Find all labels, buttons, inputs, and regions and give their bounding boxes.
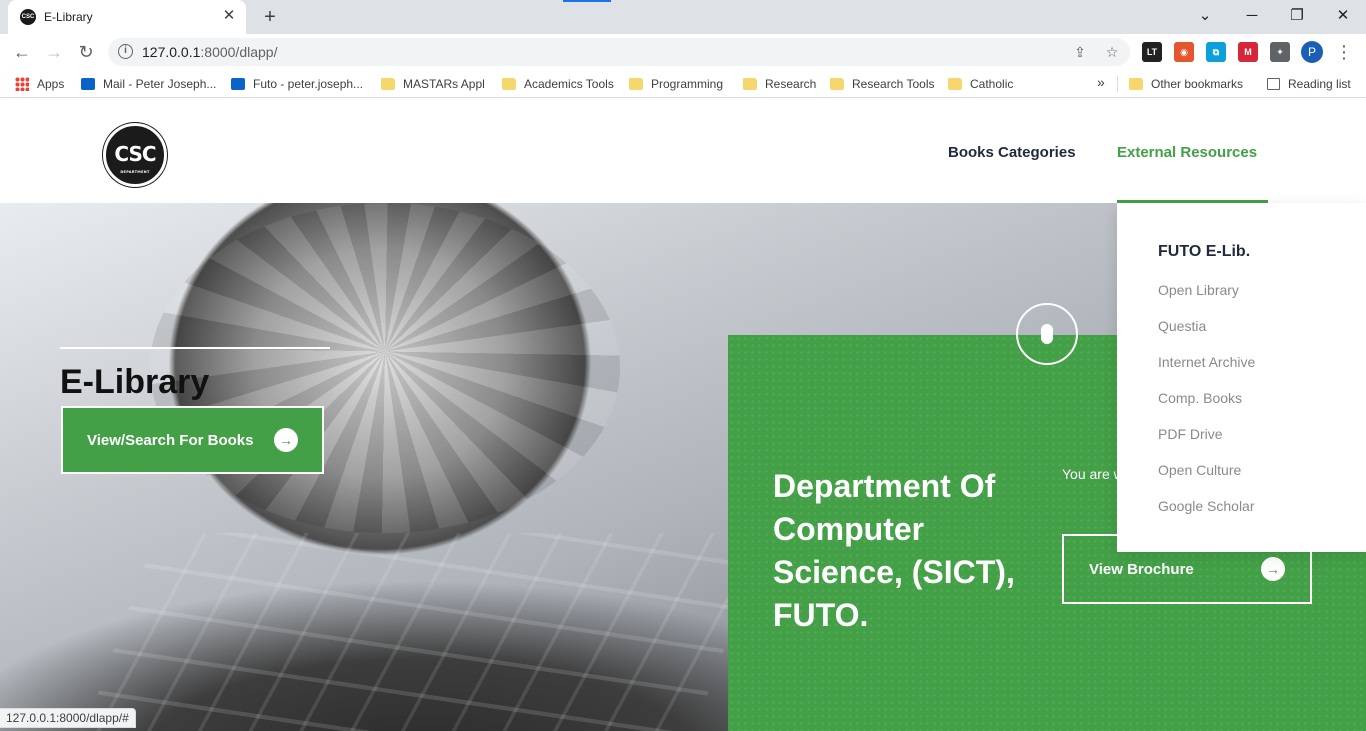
bookmark-research[interactable]: Research	[743, 76, 816, 94]
mouse-shape	[1041, 324, 1053, 344]
bookmark-label: Research Tools	[852, 77, 935, 91]
tab-e-library[interactable]: CSC E-Library ✕	[8, 0, 246, 34]
folder-icon	[830, 78, 844, 90]
reload-button[interactable]: ↻	[74, 40, 98, 64]
bookmark-label: Research	[765, 77, 817, 91]
arrow-right-icon: →	[1261, 557, 1285, 581]
color-wheel-icon[interactable]: ◉	[1174, 42, 1194, 62]
minimize-button[interactable]: ─	[1239, 4, 1265, 28]
bookmark-futo-peter-joseph[interactable]: Futo - peter.joseph...	[231, 76, 363, 94]
folder-icon	[1129, 78, 1143, 90]
restore-button[interactable]: ❐	[1284, 4, 1310, 28]
apps-grid-icon	[15, 77, 29, 91]
csc-logo[interactable]: CSC DEPARTMENT	[103, 123, 167, 187]
tab-close-icon[interactable]: ✕	[220, 7, 238, 25]
bookmark-catholic[interactable]: Catholic	[948, 76, 1013, 94]
url-path: :8000/dlapp/	[200, 44, 278, 60]
bookmark-other-label: Other bookmarks	[1151, 77, 1244, 91]
languagetool-icon[interactable]: LT	[1142, 42, 1162, 62]
dropdown-item-questia[interactable]: Questia	[1158, 318, 1206, 334]
dropdown-item-pdf-drive[interactable]: PDF Drive	[1158, 426, 1223, 442]
dropdown-item-futo-e-lib[interactable]: FUTO E-Lib.	[1158, 243, 1250, 261]
brochure-button-label: View Brochure	[1089, 561, 1194, 578]
mendeley-icon[interactable]: M	[1238, 42, 1258, 62]
outlook-icon	[81, 78, 95, 90]
reading-list[interactable]: Reading list	[1267, 76, 1351, 94]
hero-divider	[60, 347, 330, 349]
bookmark-research-tools[interactable]: Research Tools	[830, 76, 935, 94]
bookmarks-overflow-icon[interactable]: »	[1097, 74, 1105, 92]
csc-favicon-icon: CSC	[20, 9, 36, 25]
dropdown-item-open-culture[interactable]: Open Culture	[1158, 462, 1241, 478]
folder-icon	[502, 78, 516, 90]
tab-strip: CSC E-Library ✕ + ⌄ ─ ❐ ✕	[0, 0, 1366, 34]
nav-external-resources[interactable]: External Resources	[1117, 144, 1257, 161]
site-header: CSC DEPARTMENT Books Categories External …	[0, 100, 1366, 203]
bookmarks-bar: Apps Mail - Peter Joseph... Futo - peter.j…	[0, 70, 1366, 98]
bookmark-label: Apps	[37, 77, 65, 91]
back-button[interactable]: ←	[10, 40, 34, 64]
logo-subtext: DEPARTMENT	[120, 170, 150, 174]
folder-icon	[948, 78, 962, 90]
address-bar[interactable]: i 127.0.0.1:8000/dlapp/ ⇪ ☆	[108, 38, 1130, 66]
reading-list-icon	[1267, 78, 1280, 90]
search-button-label: View/Search For Books	[87, 432, 254, 449]
view-search-books-button[interactable]: View/Search For Books →	[61, 406, 324, 474]
bookmark-label: Futo - peter.joseph...	[253, 77, 364, 91]
bookmark-label: Programming	[651, 77, 724, 91]
folder-icon	[743, 78, 757, 90]
new-tab-button[interactable]: +	[258, 5, 282, 29]
bookmark-academics-tools[interactable]: Academics Tools	[502, 76, 614, 94]
screenshot-icon[interactable]: ⧉	[1206, 42, 1226, 62]
bookmark-star-icon[interactable]: ☆	[1102, 42, 1122, 62]
puzzle-globe-image	[150, 203, 620, 533]
url-host: 127.0.0.1	[142, 44, 201, 60]
dropdown-item-comp-books[interactable]: Comp. Books	[1158, 390, 1242, 406]
bookmark-label: Mail - Peter Joseph...	[103, 77, 217, 91]
reading-list-label: Reading list	[1288, 77, 1351, 91]
bookmark-mastars-appl[interactable]: MASTARs Appl	[381, 76, 485, 94]
dropdown-item-internet-archive[interactable]: Internet Archive	[1158, 354, 1255, 370]
scroll-down-mouse-icon[interactable]	[1016, 303, 1078, 365]
bookmark-label: Academics Tools	[524, 77, 614, 91]
department-title: Department Of Computer Science, (SICT), …	[773, 468, 1015, 633]
browser-toolbar: ← → ↻ i 127.0.0.1:8000/dlapp/ ⇪ ☆ LT ◉ ⧉ M ✦…	[0, 34, 1366, 70]
puzzle-icon[interactable]: ✦	[1270, 42, 1290, 62]
close-window-button[interactable]: ✕	[1330, 4, 1356, 28]
dropdown-item-google-scholar[interactable]: Google Scholar	[1158, 498, 1255, 514]
hero-title: E-Library	[60, 363, 210, 401]
nav-books-categories[interactable]: Books Categories	[948, 144, 1076, 161]
bookmark-mail-peter-joseph[interactable]: Mail - Peter Joseph...	[81, 76, 216, 94]
arrow-right-icon: →	[274, 428, 298, 452]
forward-button[interactable]: →	[42, 40, 66, 64]
dropdown-item-open-library[interactable]: Open Library	[1158, 282, 1239, 298]
site-info-icon[interactable]: i	[118, 44, 133, 59]
url-text[interactable]: 127.0.0.1:8000/dlapp/	[142, 44, 277, 60]
share-icon[interactable]: ⇪	[1070, 42, 1090, 62]
profile-avatar[interactable]: P	[1301, 41, 1323, 63]
bookmark-label: Catholic	[970, 77, 1014, 91]
chrome-menu-icon[interactable]: ⋮	[1334, 40, 1354, 64]
logo-text: CSC	[114, 142, 156, 166]
bookmark-programming[interactable]: Programming	[629, 76, 723, 94]
tab-title: E-Library	[44, 10, 93, 24]
external-resources-dropdown: FUTO E-Lib. Open Library Questia Internet A…	[1117, 203, 1366, 552]
folder-icon	[381, 78, 395, 90]
bookmark-apps[interactable]: Apps	[15, 76, 64, 94]
tab-strip-accent	[563, 0, 611, 2]
status-bar-url: 127.0.0.1:8000/dlapp/#	[0, 708, 136, 728]
keyboard-image	[83, 533, 767, 731]
tab-search-icon[interactable]: ⌄	[1192, 4, 1218, 28]
bookmark-other[interactable]: Other bookmarks	[1129, 76, 1243, 94]
folder-icon	[629, 78, 643, 90]
bookmarks-separator	[1117, 76, 1118, 92]
bookmark-label: MASTARs Appl	[403, 77, 485, 91]
outlook-icon	[231, 78, 245, 90]
